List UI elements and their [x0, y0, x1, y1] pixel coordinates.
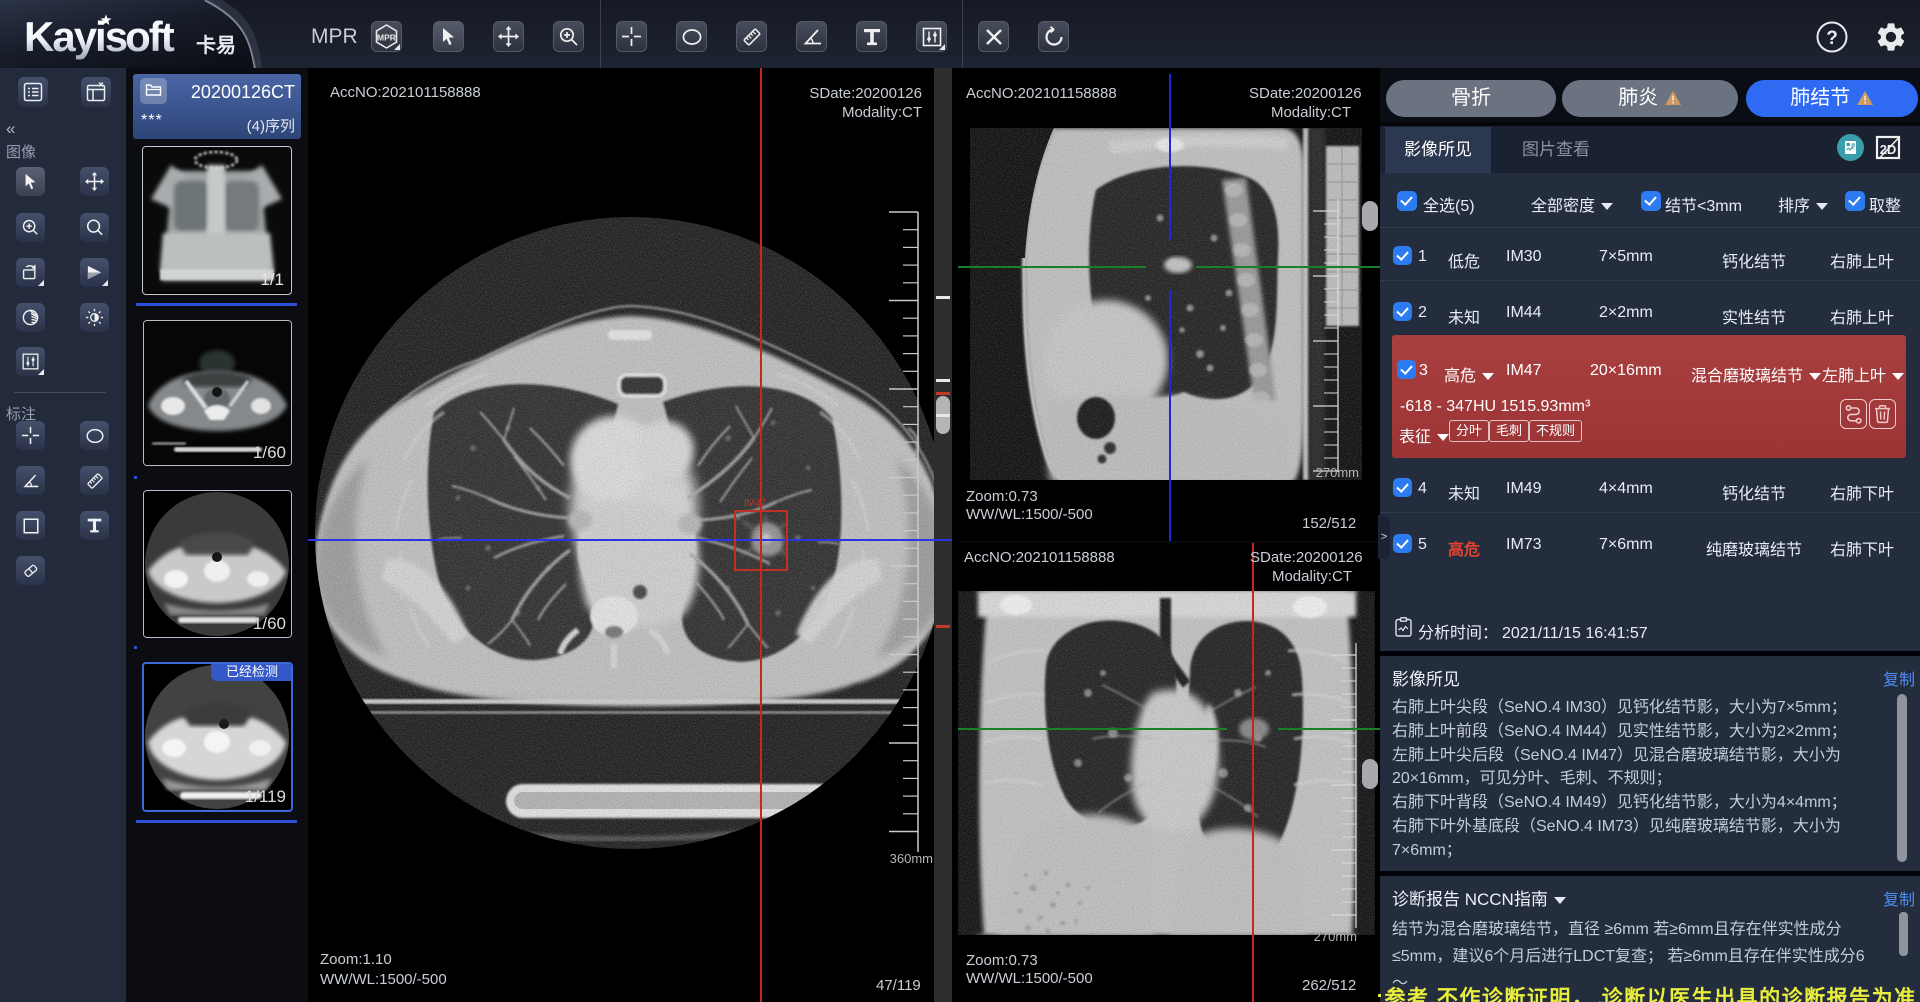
svg-text:270mm: 270mm — [1314, 929, 1357, 944]
svg-text:MPR: MPR — [377, 33, 396, 43]
svg-text:卡易: 卡易 — [196, 34, 236, 57]
svg-text:?: ? — [1826, 28, 1838, 49]
svg-text:360mm: 360mm — [890, 851, 933, 866]
svg-text:Kayisoft: Kayisoft — [24, 13, 175, 60]
svg-text:270mm: 270mm — [1316, 465, 1359, 480]
